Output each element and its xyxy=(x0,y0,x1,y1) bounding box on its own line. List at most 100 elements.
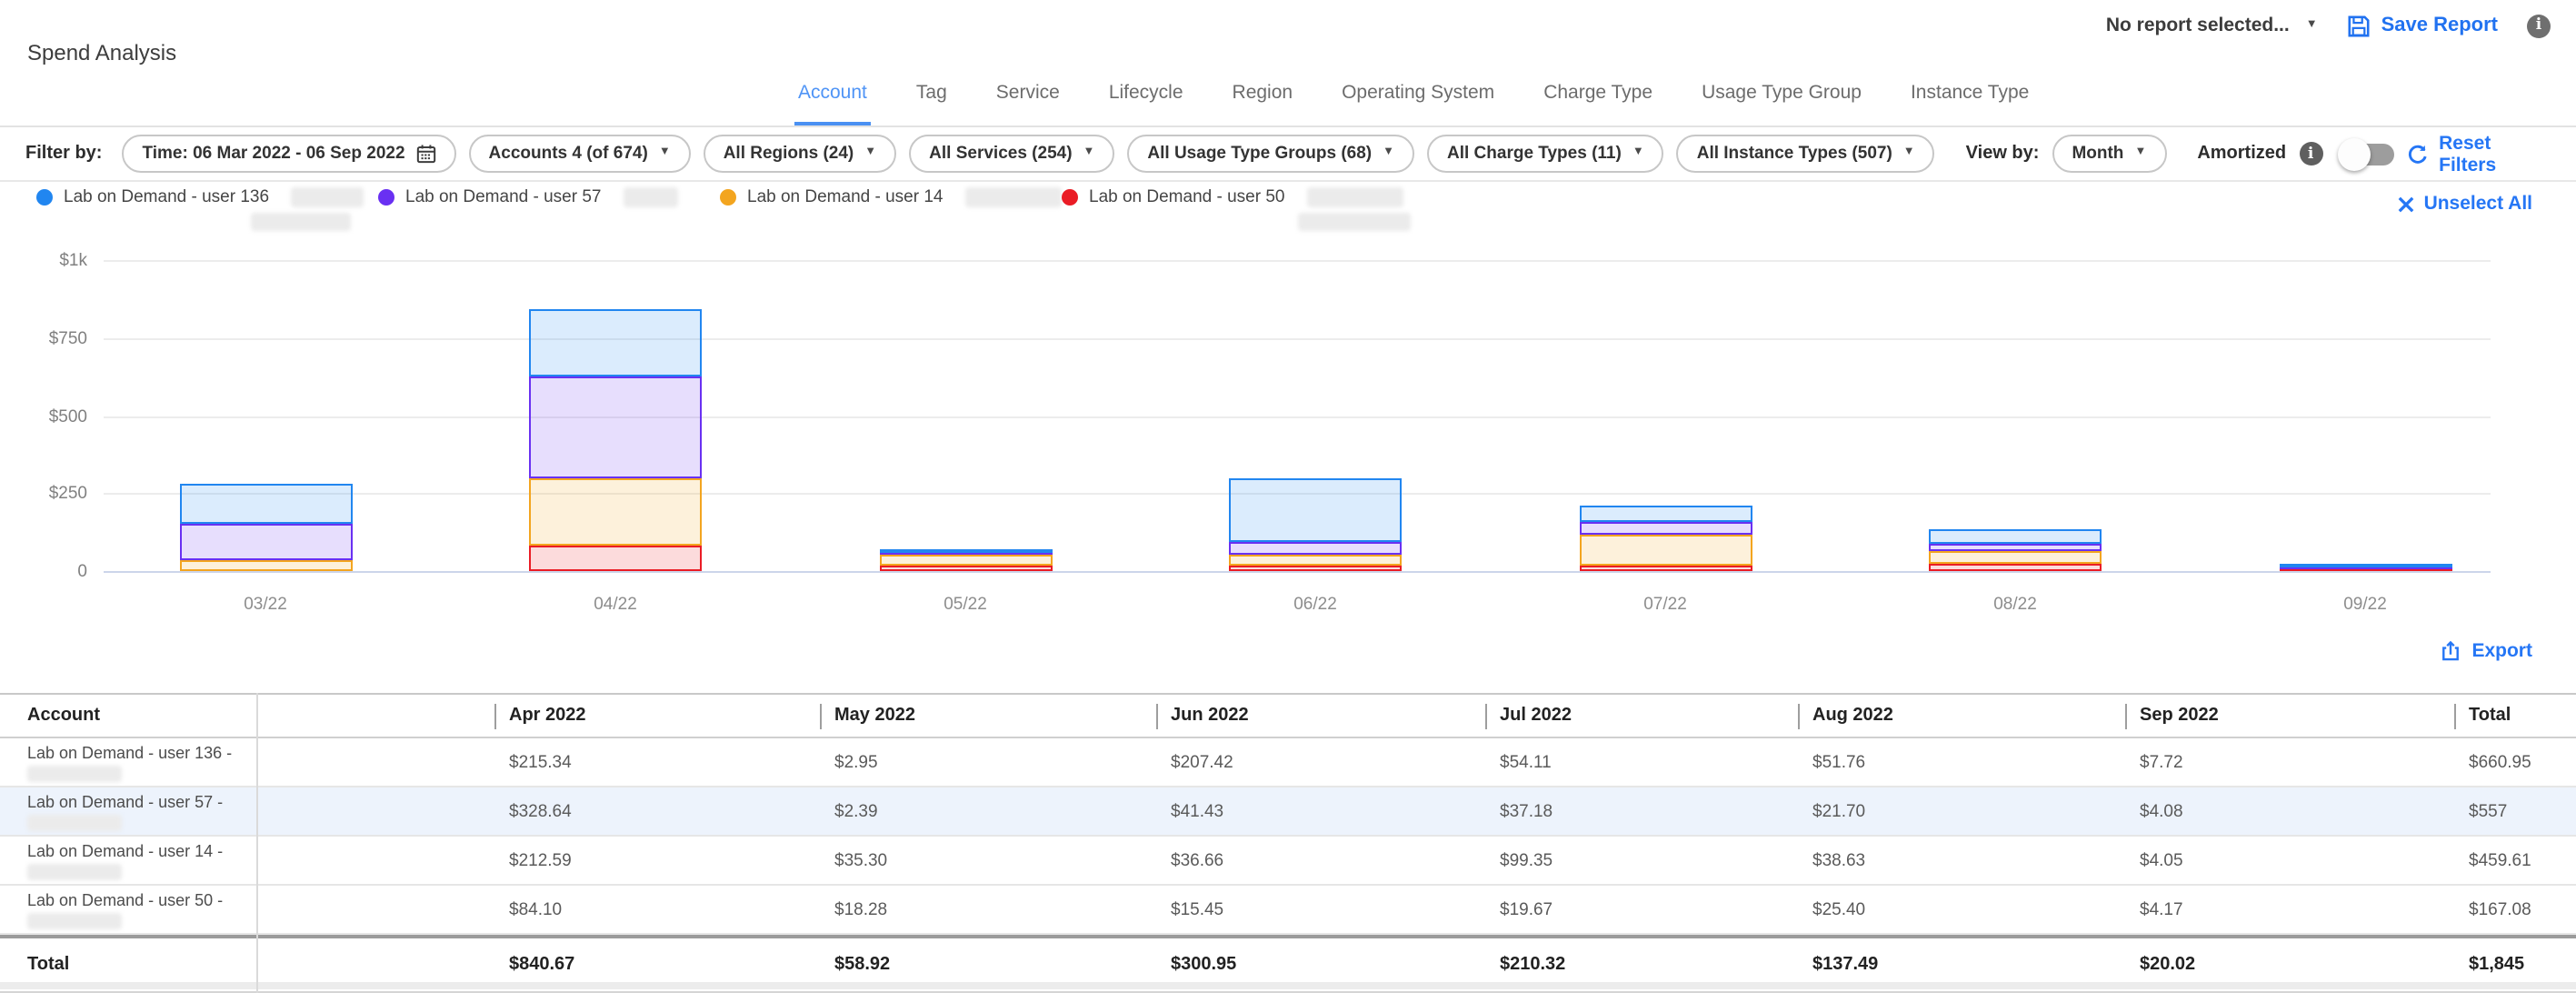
export-button[interactable]: Export xyxy=(2439,640,2532,662)
filter-pill-all-regions[interactable]: All Regions (24) ▼ xyxy=(704,135,896,173)
filter-pill-time-06-mar-2022-06-sep-2022[interactable]: Time: 06 Mar 2022 - 06 Sep 2022 xyxy=(122,135,455,173)
total-value-cell: $210.32 xyxy=(1485,955,1798,975)
filter-pill-label: Accounts 4 (of 674) xyxy=(489,144,648,164)
account-cell: Lab on Demand - user 14 - xyxy=(0,841,494,879)
legend-item-lab-on-demand-user-14[interactable]: Lab on Demand - user 14 xyxy=(720,187,1062,207)
view-by-dropdown[interactable]: Month ▼ xyxy=(2052,135,2166,173)
col-header-jul-2022[interactable]: Jul 2022 xyxy=(1485,703,1798,728)
table-row-lab-on-demand-user-136: Lab on Demand - user 136 -$215.34$2.95$2… xyxy=(0,738,2576,787)
chevron-down-icon: ▼ xyxy=(2306,20,2318,32)
save-report-button[interactable]: Save Report xyxy=(2347,14,2498,37)
filter-pill-label: All Regions (24) xyxy=(724,144,854,164)
bar-07-22 xyxy=(1579,260,1752,571)
chevron-down-icon: ▼ xyxy=(864,148,876,160)
bar-08-22 xyxy=(1929,260,2102,571)
unselect-all-label: Unselect All xyxy=(2424,193,2532,215)
tab-instance-type[interactable]: Instance Type xyxy=(1907,75,2032,127)
legend-label: Lab on Demand - user 14 xyxy=(747,187,943,207)
amortized-toggle[interactable] xyxy=(2342,143,2393,165)
filter-bar: Filter by: Time: 06 Mar 2022 - 06 Sep 20… xyxy=(0,127,2576,182)
value-cell: $99.35 xyxy=(1485,850,1798,870)
table-row-lab-on-demand-user-50: Lab on Demand - user 50 -$84.10$18.28$15… xyxy=(0,886,2576,935)
tab-usage-type-group[interactable]: Usage Type Group xyxy=(1698,75,1865,127)
redacted-text xyxy=(27,814,122,830)
col-header-total[interactable]: Total xyxy=(2454,703,2576,728)
value-cell: $41.43 xyxy=(1156,801,1485,821)
filter-pill-all-charge-types[interactable]: All Charge Types (11)▼ xyxy=(1427,135,1664,173)
bar-segment-lab-on-demand-user-136 xyxy=(2279,564,2451,567)
bar-segment-lab-on-demand-user-14 xyxy=(1229,555,1402,567)
series-color-dot xyxy=(378,189,394,206)
filter-pills: Time: 06 Mar 2022 - 06 Sep 2022 Accounts … xyxy=(122,135,1934,173)
tab-operating-system[interactable]: Operating System xyxy=(1338,75,1498,127)
y-axis-tick-label: $500 xyxy=(7,406,87,426)
redacted-text xyxy=(964,187,1062,207)
amortized-info-icon[interactable]: i xyxy=(2299,142,2322,166)
y-axis-tick-label: $750 xyxy=(7,329,87,349)
x-axis-tick-label: 07/22 xyxy=(1579,595,1752,615)
filter-pill-all-services[interactable]: All Services (254) ▼ xyxy=(909,135,1114,173)
bar-segment-lab-on-demand-user-50 xyxy=(529,545,702,571)
tab-lifecycle[interactable]: Lifecycle xyxy=(1105,75,1187,127)
account-cell: Lab on Demand - user 50 - xyxy=(0,890,494,928)
filter-pill-all-instance-types[interactable]: All Instance Types (507) ▼ xyxy=(1677,135,1935,173)
tab-service[interactable]: Service xyxy=(993,75,1063,127)
redacted-text xyxy=(27,912,122,928)
chevron-down-icon: ▼ xyxy=(1903,148,1915,160)
bar-segment-lab-on-demand-user-14 xyxy=(1579,534,1752,565)
chevron-down-icon: ▼ xyxy=(1083,148,1095,160)
horizontal-scrollbar[interactable] xyxy=(0,982,2576,989)
redacted-text xyxy=(1306,187,1403,207)
value-cell: $84.10 xyxy=(494,899,820,919)
legend-item-lab-on-demand-user-50[interactable]: Lab on Demand - user 50 xyxy=(1062,187,1403,207)
bar-segment-lab-on-demand-user-136 xyxy=(529,310,702,377)
value-cell: $207.42 xyxy=(1156,752,1485,772)
chart-plot-area: $1k$750$500$250003/2204/2205/2206/2207/2… xyxy=(104,260,2491,571)
bar-segment-lab-on-demand-user-57 xyxy=(1579,523,1752,535)
col-header-aug-2022[interactable]: Aug 2022 xyxy=(1798,703,2125,728)
chevron-down-icon: ▼ xyxy=(2134,148,2146,160)
x-axis-tick-label: 06/22 xyxy=(1229,595,1402,615)
value-cell: $459.61 xyxy=(2454,850,2576,870)
x-axis-tick-label: 05/22 xyxy=(879,595,1052,615)
value-cell: $328.64 xyxy=(494,801,820,821)
tab-tag[interactable]: Tag xyxy=(913,75,951,127)
export-label: Export xyxy=(2471,640,2532,662)
report-selector-label: No report selected... xyxy=(2106,15,2290,36)
x-axis-tick-label: 09/22 xyxy=(2279,595,2451,615)
col-header-jun-2022[interactable]: Jun 2022 xyxy=(1156,703,1485,728)
series-color-dot xyxy=(36,189,53,206)
value-cell: $25.40 xyxy=(1798,899,2125,919)
reset-filters-label: Reset Filters xyxy=(2439,132,2551,176)
value-cell: $215.34 xyxy=(494,752,820,772)
y-axis-tick-label: $1k xyxy=(7,251,87,271)
tab-account[interactable]: Account xyxy=(794,75,871,127)
filter-pill-all-usage-type-groups[interactable]: All Usage Type Groups (68)▼ xyxy=(1127,135,1414,173)
col-header-sep-2022[interactable]: Sep 2022 xyxy=(2125,703,2454,728)
col-header-apr-2022[interactable]: Apr 2022 xyxy=(494,703,820,728)
legend-item-lab-on-demand-user-136[interactable]: Lab on Demand - user 136 xyxy=(36,187,378,207)
value-cell: $36.66 xyxy=(1156,850,1485,870)
legend-item-lab-on-demand-user-57[interactable]: Lab on Demand - user 57 xyxy=(378,187,720,207)
x-axis-tick-label: 03/22 xyxy=(179,595,352,615)
view-by-value: Month xyxy=(2072,144,2123,164)
col-header-may-2022[interactable]: May 2022 xyxy=(820,703,1156,728)
col-header-account[interactable]: Account xyxy=(0,706,494,726)
tab-region[interactable]: Region xyxy=(1229,75,1297,127)
info-icon[interactable]: i xyxy=(2527,14,2551,37)
tab-charge-type[interactable]: Charge Type xyxy=(1540,75,1656,127)
tab-bar: Account Tag Service Lifecycle Region Operatin… xyxy=(794,75,2032,127)
filter-pill-label: All Services (254) xyxy=(929,144,1072,164)
filter-pill-accounts-4[interactable]: Accounts 4 (of 674)▼ xyxy=(469,135,691,173)
account-cell: Lab on Demand - user 136 - xyxy=(0,743,494,781)
unselect-all-button[interactable]: Unselect All xyxy=(2399,193,2532,215)
reset-filters-button[interactable]: Reset Filters xyxy=(2406,132,2551,176)
account-name: Lab on Demand - user 57 - xyxy=(27,792,494,810)
total-value-cell: $1,845 xyxy=(2454,955,2576,975)
value-cell: $2.39 xyxy=(820,801,1156,821)
y-axis-tick-label: $250 xyxy=(7,485,87,505)
report-selector-dropdown[interactable]: No report selected... ▼ xyxy=(2106,15,2318,36)
filter-pill-label: All Instance Types (507) xyxy=(1697,144,1892,164)
account-name: Lab on Demand - user 136 - xyxy=(27,743,494,761)
bar-segment-lab-on-demand-user-136 xyxy=(1929,528,2102,545)
